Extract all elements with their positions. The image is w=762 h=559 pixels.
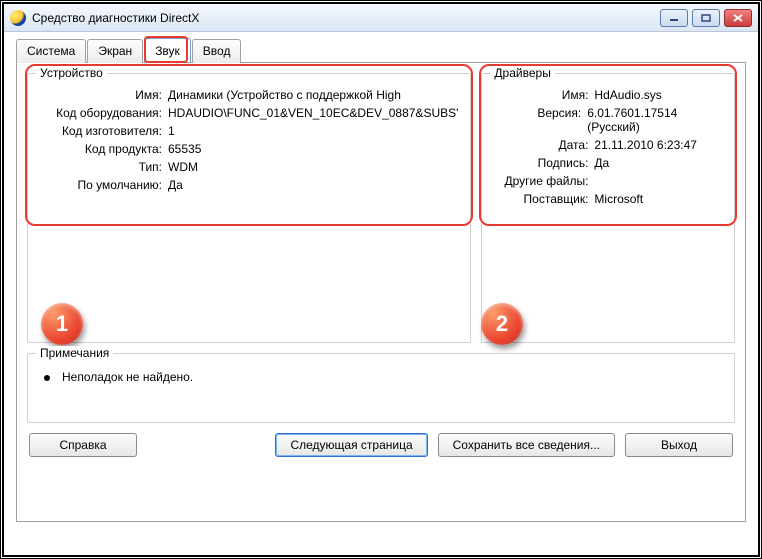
next-page-button[interactable]: Следующая страница [275,433,427,457]
driver-name-value: HdAudio.sys [594,88,661,102]
minimize-button[interactable] [660,9,688,27]
window-title: Средство диагностики DirectX [32,11,660,25]
tab-strip: Система Экран Звук Ввод [16,38,746,62]
device-mfr-label: Код изготовителя: [40,124,162,138]
device-default-label: По умолчанию: [40,178,162,192]
device-hwid-value: HDAUDIO\FUNC_01&VEN_10EC&DEV_0887&SUBS' [168,106,458,120]
notes-legend: Примечания [36,346,113,360]
driver-date-value: 21.11.2010 6:23:47 [594,138,697,152]
device-type-value: WDM [168,160,198,174]
drivers-legend: Драйверы [490,66,554,80]
titlebar: Средство диагностики DirectX [4,4,758,32]
device-group: Устройство Имя:Динамики (Устройство с по… [27,73,471,343]
maximize-button[interactable] [692,9,720,27]
tab-panel-sound: Устройство Имя: Динамики (Устройство с по… [16,62,746,522]
bullet-icon [44,375,50,381]
tab-display[interactable]: Экран [87,39,143,63]
driver-signed-label: Подпись: [494,156,588,170]
device-hwid-label: Код оборудования: [40,106,162,120]
annotation-badge-2: 2 [481,303,523,345]
device-prod-label: Код продукта: [40,142,162,156]
device-type-label: Тип: [40,160,162,174]
driver-name-label: Имя: [494,88,588,102]
device-prod-value: 65535 [168,142,201,156]
help-button[interactable]: Справка [29,433,137,457]
driver-version-label: Версия: [494,106,581,134]
exit-button[interactable]: Выход [625,433,733,457]
tab-input[interactable]: Ввод [192,39,242,63]
notes-group: Примечания Неполадок не найдено. [27,353,735,423]
device-mfr-value: 1 [168,124,175,138]
driver-version-value: 6.01.7601.17514 (Русский) [587,106,722,134]
save-all-button[interactable]: Сохранить все сведения... [438,433,615,457]
app-icon [10,10,26,26]
driver-vendor-value: Microsoft [594,192,643,206]
close-button[interactable] [724,9,752,27]
tab-sound[interactable]: Звук [144,38,191,62]
note-item: Неполадок не найдено. [38,366,724,388]
driver-date-label: Дата: [494,138,588,152]
device-name-value: Динамики (Устройство с поддержкой High [168,88,401,102]
driver-signed-value: Да [594,156,609,170]
driver-other-label: Другие файлы: [494,174,588,188]
annotation-badge-1: 1 [41,303,83,345]
note-text: Неполадок не найдено. [62,370,193,384]
device-legend: Устройство [36,66,107,80]
drivers-group: Драйверы Имя:HdAudio.sys Версия:6.01.760… [481,73,735,343]
driver-vendor-label: Поставщик: [494,192,588,206]
device-name-label: Имя: [40,88,162,102]
device-default-value: Да [168,178,183,192]
tab-system[interactable]: Система [16,39,86,63]
